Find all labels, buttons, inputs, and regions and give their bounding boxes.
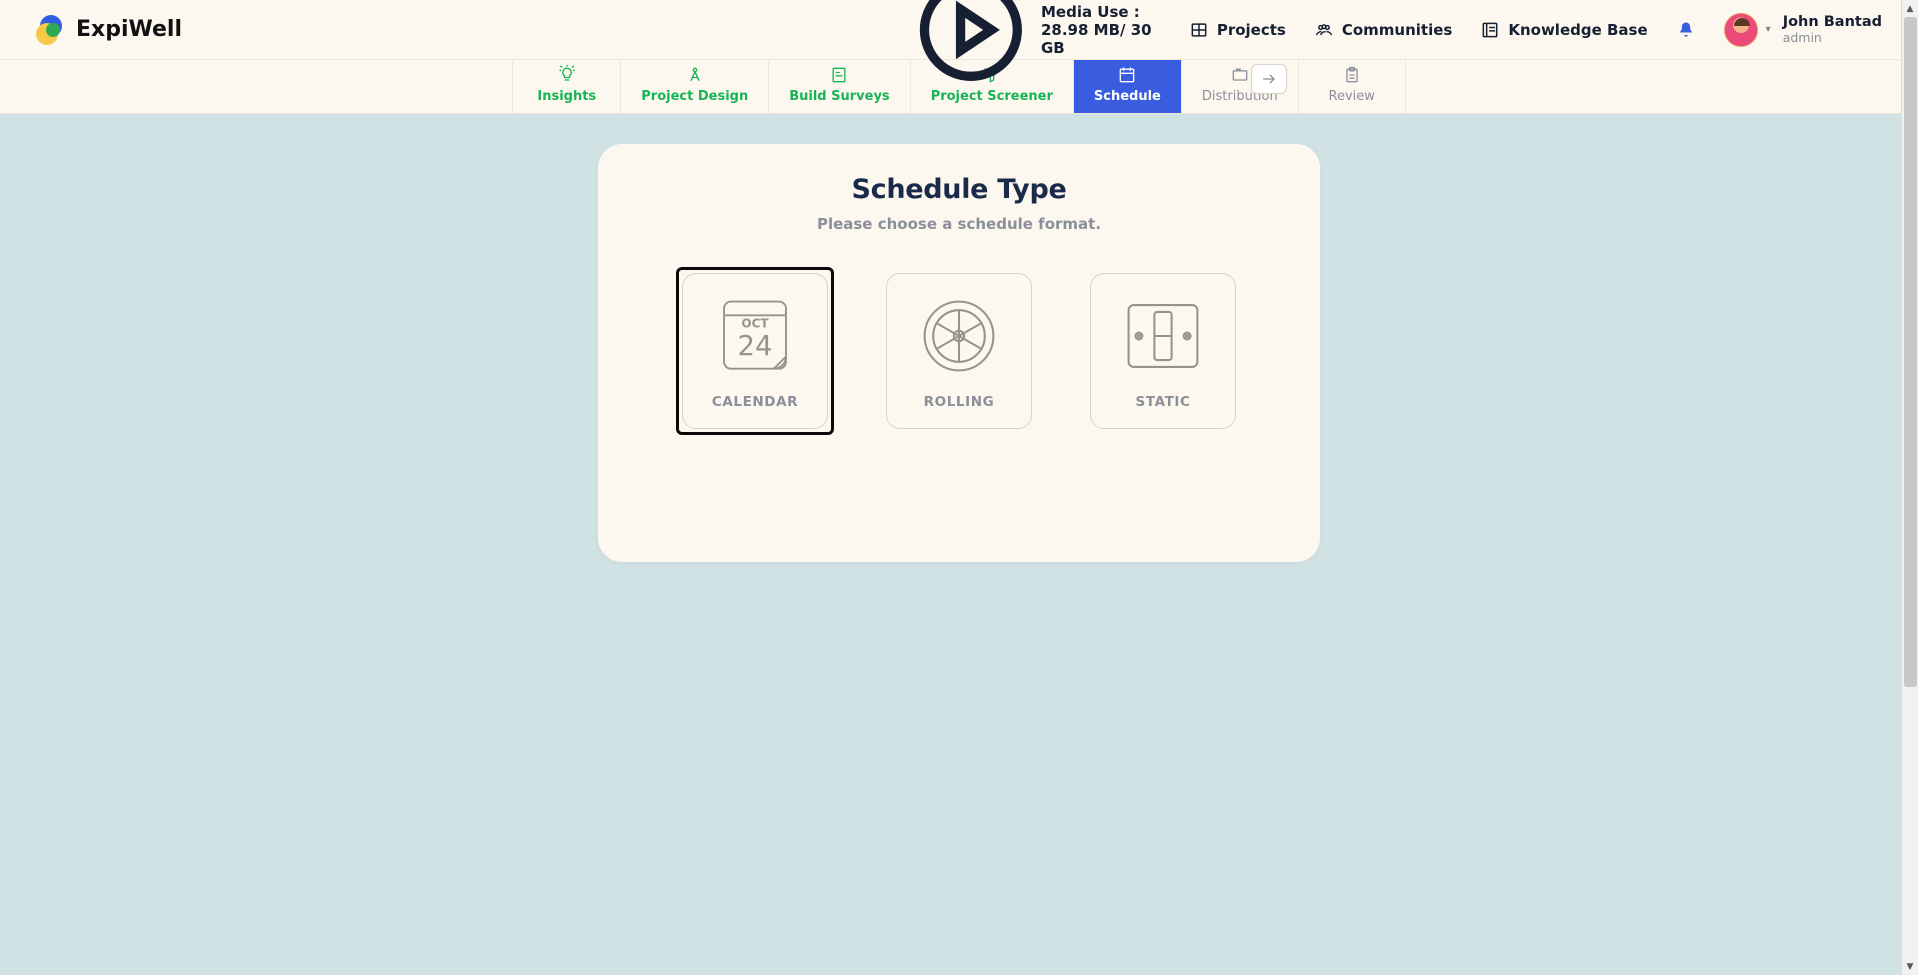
play-circle-icon bbox=[909, 0, 1033, 91]
vertical-scrollbar[interactable]: ▲ ▼ bbox=[1901, 0, 1918, 975]
nav-communities[interactable]: Communities bbox=[1314, 20, 1453, 40]
tab-label: Build Surveys bbox=[789, 89, 889, 104]
card-subtitle: Please choose a schedule format. bbox=[638, 215, 1280, 233]
people-icon bbox=[1314, 20, 1334, 40]
user-name: John Bantad bbox=[1783, 15, 1882, 31]
media-use-text: Media Use : 28.98 MB/ 30 GB bbox=[1041, 3, 1161, 57]
option-rolling-wrap: ROLLING bbox=[880, 267, 1038, 435]
scroll-up-icon[interactable]: ▲ bbox=[1902, 0, 1918, 17]
option-static[interactable]: STATIC bbox=[1090, 273, 1236, 429]
switch-panel-icon bbox=[1117, 292, 1209, 380]
scrollbar-track[interactable] bbox=[1902, 17, 1918, 958]
nav-communities-label: Communities bbox=[1342, 21, 1453, 39]
option-calendar[interactable]: OCT 24 CALENDAR bbox=[682, 273, 828, 429]
scroll-down-icon[interactable]: ▼ bbox=[1902, 958, 1918, 975]
user-role: admin bbox=[1783, 31, 1882, 45]
tab-project-design[interactable]: Project Design bbox=[620, 60, 768, 113]
tab-insights[interactable]: Insights bbox=[512, 60, 620, 113]
top-bar: ExpiWell Media Use : 28.98 MB/ 30 GB Pro… bbox=[0, 0, 1918, 60]
compass-icon bbox=[685, 65, 705, 85]
schedule-options: OCT 24 CALENDAR bbox=[638, 267, 1280, 435]
nav-kb-label: Knowledge Base bbox=[1508, 21, 1647, 39]
media-use-indicator[interactable]: Media Use : 28.98 MB/ 30 GB bbox=[909, 0, 1161, 91]
card-title: Schedule Type bbox=[638, 174, 1280, 205]
book-icon bbox=[1480, 20, 1500, 40]
lightbulb-icon bbox=[557, 65, 577, 85]
user-menu[interactable]: ▾ John Bantad admin bbox=[1724, 13, 1882, 47]
calendar-month: OCT bbox=[741, 316, 769, 330]
tab-distribution[interactable]: Distribution bbox=[1181, 60, 1298, 113]
option-label: STATIC bbox=[1135, 394, 1190, 410]
nav-knowledge-base[interactable]: Knowledge Base bbox=[1480, 20, 1647, 40]
tab-build-surveys[interactable]: Build Surveys bbox=[768, 60, 909, 113]
option-static-wrap: STATIC bbox=[1084, 267, 1242, 435]
scrollbar-thumb[interactable] bbox=[1904, 17, 1917, 687]
page-body: Schedule Type Please choose a schedule f… bbox=[0, 114, 1918, 562]
form-icon bbox=[829, 65, 849, 85]
schedule-type-card: Schedule Type Please choose a schedule f… bbox=[598, 144, 1320, 562]
brand-logo[interactable]: ExpiWell bbox=[36, 15, 182, 45]
avatar-icon bbox=[1724, 13, 1758, 47]
share-icon bbox=[1230, 65, 1250, 85]
brand-name: ExpiWell bbox=[76, 17, 182, 42]
option-label: ROLLING bbox=[924, 394, 995, 410]
calendar-page-icon: OCT 24 bbox=[709, 292, 801, 380]
tab-label: Insights bbox=[537, 89, 596, 104]
option-rolling[interactable]: ROLLING bbox=[886, 273, 1032, 429]
option-label: CALENDAR bbox=[712, 394, 798, 410]
tab-label: Project Design bbox=[641, 89, 748, 104]
logo-icon bbox=[36, 15, 66, 45]
option-calendar-highlight: OCT 24 CALENDAR bbox=[676, 267, 834, 435]
forward-icon bbox=[1251, 64, 1287, 94]
grid-icon bbox=[1189, 20, 1209, 40]
chevron-down-icon: ▾ bbox=[1766, 24, 1771, 35]
notifications-icon[interactable] bbox=[1676, 20, 1696, 40]
nav-projects-label: Projects bbox=[1217, 21, 1286, 39]
calendar-day: 24 bbox=[737, 330, 772, 362]
wheel-icon bbox=[913, 292, 1005, 380]
nav-projects[interactable]: Projects bbox=[1189, 20, 1286, 40]
